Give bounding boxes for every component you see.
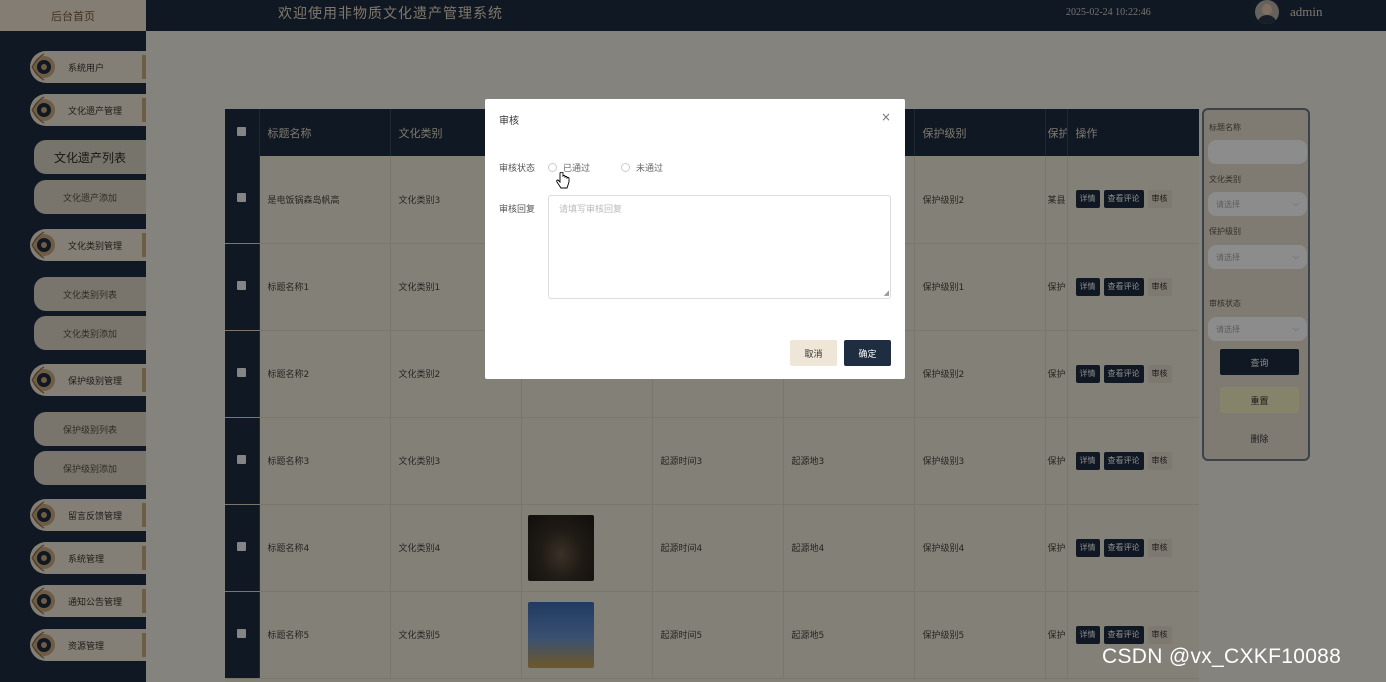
audit-status-label: 审核状态 [499, 164, 536, 174]
audit-dialog: 审核 × 审核状态 已通过 未通过 审核回复 请填写审核回复 ◢ 取消 确定 [485, 99, 905, 379]
watermark: CSDN @vx_CXKF10088 [1102, 645, 1342, 668]
confirm-button[interactable]: 确定 [844, 340, 891, 366]
resize-grip-icon: ◢ [883, 289, 889, 297]
audit-reply-label: 审核回复 [499, 205, 536, 215]
audit-reply-textarea[interactable]: 请填写审核回复 ◢ [548, 195, 891, 299]
cancel-button[interactable]: 取消 [790, 340, 837, 366]
dialog-title: 审核 [499, 116, 519, 127]
close-icon[interactable]: × [881, 110, 891, 124]
hand-cursor-icon [556, 172, 570, 189]
radio-fail[interactable]: 未通过 [621, 161, 663, 174]
